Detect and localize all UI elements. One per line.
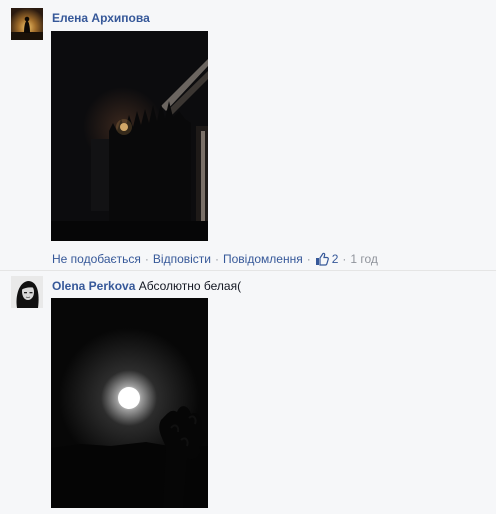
separator: · [215, 252, 219, 266]
like-count[interactable]: 2 [332, 252, 339, 266]
reply-link[interactable]: Відповісти [153, 252, 211, 266]
separator: · [306, 252, 311, 266]
thumbs-up-icon[interactable] [315, 252, 329, 266]
unlike-link[interactable]: Не подобається [52, 252, 141, 266]
avatar-image-olena [11, 276, 43, 308]
comment-author[interactable]: Елена Архипова [52, 11, 150, 25]
comment-photo[interactable] [51, 298, 208, 508]
divider [0, 270, 496, 271]
moon-photo [51, 298, 208, 508]
author-name[interactable]: Елена Архипова [52, 11, 150, 25]
comment-photo[interactable] [51, 31, 208, 241]
avatar[interactable] [11, 8, 43, 40]
timestamp[interactable]: 1 год [350, 252, 378, 266]
comment-actions: Не подобається · Відповісти · Повідомлен… [52, 252, 378, 266]
message-link[interactable]: Повідомлення [223, 252, 303, 266]
separator: · [144, 252, 149, 266]
comment-author: Olena Perkova Абсолютно белая( [52, 279, 241, 293]
separator: · [342, 252, 347, 266]
avatar-image-elena [11, 8, 43, 40]
author-name[interactable]: Olena Perkova [52, 279, 135, 293]
comment-text: Абсолютно белая( [138, 279, 242, 293]
night-fence-photo [51, 31, 208, 241]
avatar[interactable] [11, 276, 43, 308]
